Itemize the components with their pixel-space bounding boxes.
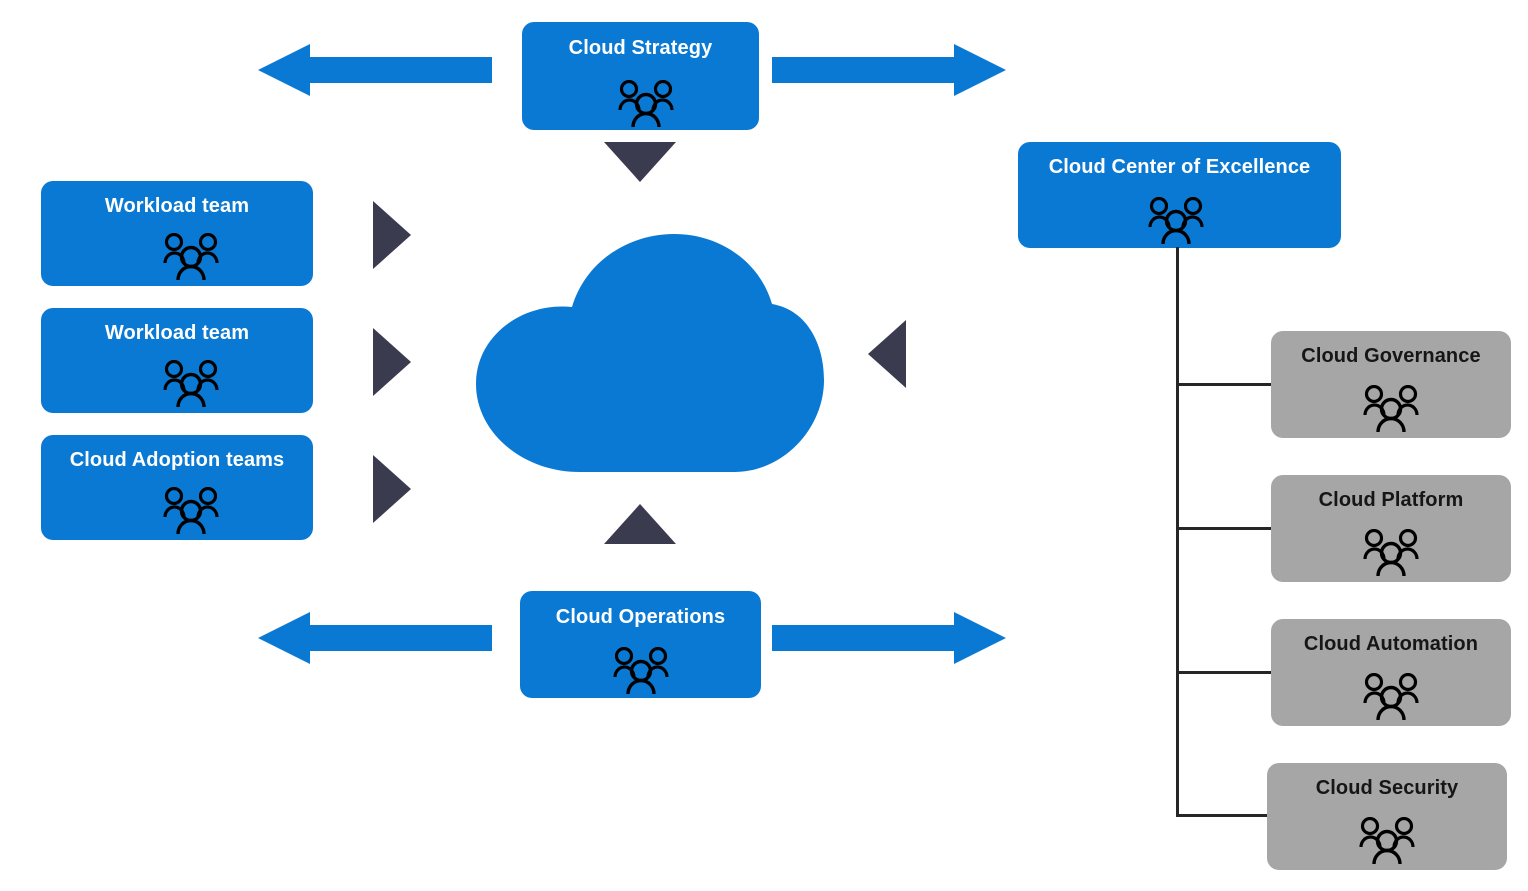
node-cloud-automation-label: Cloud Automation: [1303, 633, 1479, 655]
people-icon: [163, 233, 219, 281]
node-workload-team-1[interactable]: Workload team: [41, 181, 313, 286]
people-icon: [163, 487, 219, 535]
node-cloud-operations[interactable]: Cloud Operations: [520, 591, 761, 698]
people-icon: [1363, 529, 1419, 577]
triangle-down: [604, 142, 676, 182]
arrow-right-bottom: [772, 612, 1006, 664]
diagram-canvas: Cloud Strategy Workload team Workload te…: [0, 0, 1528, 891]
people-icon: [163, 360, 219, 408]
connector-branch-governance: [1176, 383, 1274, 386]
triangle-right-1: [373, 201, 411, 269]
node-cloud-governance-label: Cloud Governance: [1301, 345, 1481, 367]
node-cloud-center-of-excellence[interactable]: Cloud Center of Excellence: [1018, 142, 1341, 248]
node-cloud-automation[interactable]: Cloud Automation: [1271, 619, 1511, 726]
connector-vertical-trunk: [1176, 247, 1179, 817]
people-icon: [618, 80, 674, 128]
node-workload-team-2[interactable]: Workload team: [41, 308, 313, 413]
connector-branch-security: [1176, 814, 1274, 817]
node-cloud-governance[interactable]: Cloud Governance: [1271, 331, 1511, 438]
people-icon: [613, 647, 669, 695]
connector-branch-automation: [1176, 671, 1274, 674]
people-icon: [1363, 385, 1419, 433]
triangle-left: [868, 320, 906, 388]
arrow-left-bottom: [258, 612, 492, 664]
node-cloud-security[interactable]: Cloud Security: [1267, 763, 1507, 870]
node-cloud-platform[interactable]: Cloud Platform: [1271, 475, 1511, 582]
node-cloud-platform-label: Cloud Platform: [1318, 489, 1464, 511]
node-cloud-strategy[interactable]: Cloud Strategy: [522, 22, 759, 130]
people-icon: [1359, 817, 1415, 865]
triangle-right-2: [373, 328, 411, 396]
node-workload-team-1-label: Workload team: [104, 195, 250, 217]
node-workload-team-2-label: Workload team: [104, 322, 250, 344]
triangle-up: [604, 504, 676, 544]
triangle-right-3: [373, 455, 411, 523]
node-cloud-adoption-teams-label: Cloud Adoption teams: [69, 449, 285, 471]
node-cloud-security-label: Cloud Security: [1315, 777, 1459, 799]
arrow-left-top: [258, 44, 492, 96]
people-icon: [1363, 673, 1419, 721]
arrow-right-top: [772, 44, 1006, 96]
central-cloud: [476, 234, 824, 472]
node-cloud-operations-label: Cloud Operations: [555, 606, 726, 628]
node-cloud-strategy-label: Cloud Strategy: [568, 37, 713, 59]
node-cloud-center-of-excellence-label: Cloud Center of Excellence: [1048, 156, 1311, 178]
node-cloud-adoption-teams[interactable]: Cloud Adoption teams: [41, 435, 313, 540]
connector-branch-platform: [1176, 527, 1274, 530]
people-icon: [1148, 197, 1204, 245]
